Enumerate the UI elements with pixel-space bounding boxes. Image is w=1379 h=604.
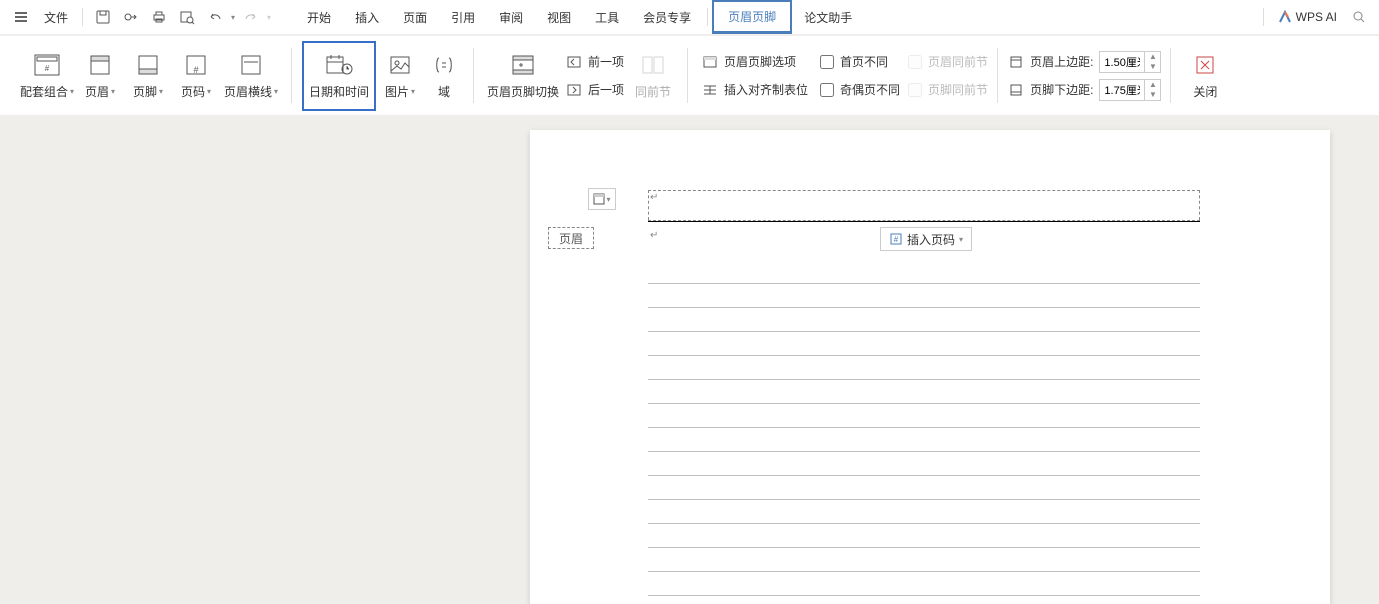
header-underline (648, 220, 1200, 222)
header-button[interactable]: 页眉▾ (76, 41, 124, 111)
top-margin-input[interactable]: ▲▼ (1099, 51, 1161, 73)
top-margin-value[interactable] (1100, 56, 1144, 68)
field-label: 域 (438, 83, 450, 100)
separator (1263, 8, 1264, 26)
footer-button[interactable]: 页脚▾ (124, 41, 172, 111)
tab-quote[interactable]: 引用 (439, 0, 487, 34)
align-tab-label: 插入对齐制表位 (724, 81, 808, 98)
tab-review[interactable]: 审阅 (487, 0, 535, 34)
spin-up[interactable]: ▲ (1145, 80, 1160, 90)
redo-icon[interactable] (239, 5, 263, 29)
next-label: 后一项 (588, 81, 624, 98)
datetime-button[interactable]: 日期和时间 (302, 41, 376, 111)
bot-margin-label: 页脚下边距: (1030, 81, 1093, 98)
header-line-button[interactable]: 页眉横线▾ (220, 41, 282, 111)
file-menu[interactable]: 文件 (38, 5, 74, 29)
tab-insert[interactable]: 插入 (343, 0, 391, 34)
undo-icon[interactable] (203, 5, 227, 29)
print-preview-icon[interactable] (175, 5, 199, 29)
tab-tools[interactable]: 工具 (583, 0, 631, 34)
document-body-lines (648, 260, 1200, 604)
bot-margin-value[interactable] (1100, 84, 1144, 96)
ai-label: WPS AI (1296, 10, 1337, 24)
document-canvas[interactable]: ▾ ↵ 页眉 ↵ # 插入页码 ▾ (0, 115, 1379, 604)
same-header-checkbox: 页眉同前节 (908, 51, 988, 73)
align-tab-button[interactable]: 插入对齐制表位 (698, 79, 812, 101)
diff-first-label: 首页不同 (840, 53, 888, 70)
bot-margin-icon (1008, 83, 1024, 97)
footer-label: 页脚 (133, 83, 157, 100)
same-prev-label: 同前节 (635, 83, 671, 100)
header-label: 页眉 (85, 83, 109, 100)
align-tab-icon (702, 83, 718, 97)
tab-header-footer[interactable]: 页眉页脚 (712, 0, 792, 34)
ai-logo-icon (1278, 10, 1292, 24)
picture-button[interactable]: 图片▾ (376, 41, 424, 111)
tab-thesis[interactable]: 论文助手 (792, 0, 864, 34)
paragraph-mark: ↵ (650, 192, 658, 203)
header-options-toggle[interactable]: ▾ (588, 188, 616, 210)
close-hf-button[interactable]: 关闭 (1181, 41, 1229, 111)
page-num-label: 页码 (181, 83, 205, 100)
datetime-label: 日期和时间 (309, 83, 369, 100)
header-tag: 页眉 (548, 227, 594, 249)
tab-view[interactable]: 视图 (535, 0, 583, 34)
same-prev-section-button[interactable]: 同前节 (628, 41, 678, 111)
hamburger-menu[interactable] (8, 5, 34, 29)
picture-label: 图片 (385, 83, 409, 100)
switch-button[interactable]: 页眉页脚切换 (484, 41, 562, 111)
hf-options-button[interactable]: 页眉页脚选项 (698, 51, 812, 73)
prev-label: 前一项 (588, 53, 624, 70)
svg-text:#: # (894, 235, 899, 244)
tab-start[interactable]: 开始 (295, 0, 343, 34)
options-icon (702, 55, 718, 69)
prev-item-button[interactable]: 前一项 (562, 51, 628, 73)
spin-up[interactable]: ▲ (1145, 52, 1160, 62)
preset-label: 配套组合 (20, 83, 68, 100)
top-margin-icon (1008, 55, 1024, 69)
document-page[interactable]: ▾ ↵ 页眉 ↵ # 插入页码 ▾ (530, 130, 1330, 604)
prev-icon (566, 55, 582, 69)
page-number-icon: # (889, 232, 903, 246)
spin-down[interactable]: ▼ (1145, 90, 1160, 100)
same-footer-label: 页脚同前节 (928, 81, 988, 98)
page-number-button[interactable]: # 页码▾ (172, 41, 220, 111)
same-footer-checkbox: 页脚同前节 (908, 79, 988, 101)
save-icon[interactable] (91, 5, 115, 29)
svg-text:#: # (193, 65, 198, 75)
close-label: 关闭 (1193, 83, 1217, 100)
search-icon[interactable] (1347, 5, 1371, 29)
tab-page[interactable]: 页面 (391, 0, 439, 34)
tab-member[interactable]: 会员专享 (631, 0, 703, 34)
bot-margin-input[interactable]: ▲▼ (1099, 79, 1161, 101)
field-button[interactable]: 域 (424, 41, 464, 111)
wps-ai-button[interactable]: WPS AI (1278, 10, 1337, 24)
diff-odd-checkbox[interactable]: 奇偶页不同 (820, 79, 900, 101)
switch-label: 页眉页脚切换 (487, 83, 559, 100)
redo-dropdown[interactable]: ▾ (267, 13, 271, 22)
next-icon (566, 83, 582, 97)
svg-text:#: # (45, 64, 50, 73)
spin-down[interactable]: ▼ (1145, 62, 1160, 72)
same-header-label: 页眉同前节 (928, 53, 988, 70)
separator (82, 8, 83, 26)
header-edit-area[interactable] (648, 190, 1200, 220)
header-line-label: 页眉横线 (224, 83, 272, 100)
insert-page-number-button[interactable]: # 插入页码 ▾ (880, 227, 972, 251)
export-icon[interactable] (119, 5, 143, 29)
print-icon[interactable] (147, 5, 171, 29)
diff-first-checkbox[interactable]: 首页不同 (820, 51, 900, 73)
top-margin-label: 页眉上边距: (1030, 53, 1093, 70)
next-item-button[interactable]: 后一项 (562, 79, 628, 101)
insert-pn-label: 插入页码 (907, 231, 955, 248)
undo-dropdown[interactable]: ▾ (231, 13, 235, 22)
preset-combo-button[interactable]: # 配套组合▾ (18, 41, 76, 111)
diff-odd-label: 奇偶页不同 (840, 81, 900, 98)
options-label: 页眉页脚选项 (724, 53, 796, 70)
separator (707, 8, 708, 26)
paragraph-mark: ↵ (650, 230, 658, 241)
